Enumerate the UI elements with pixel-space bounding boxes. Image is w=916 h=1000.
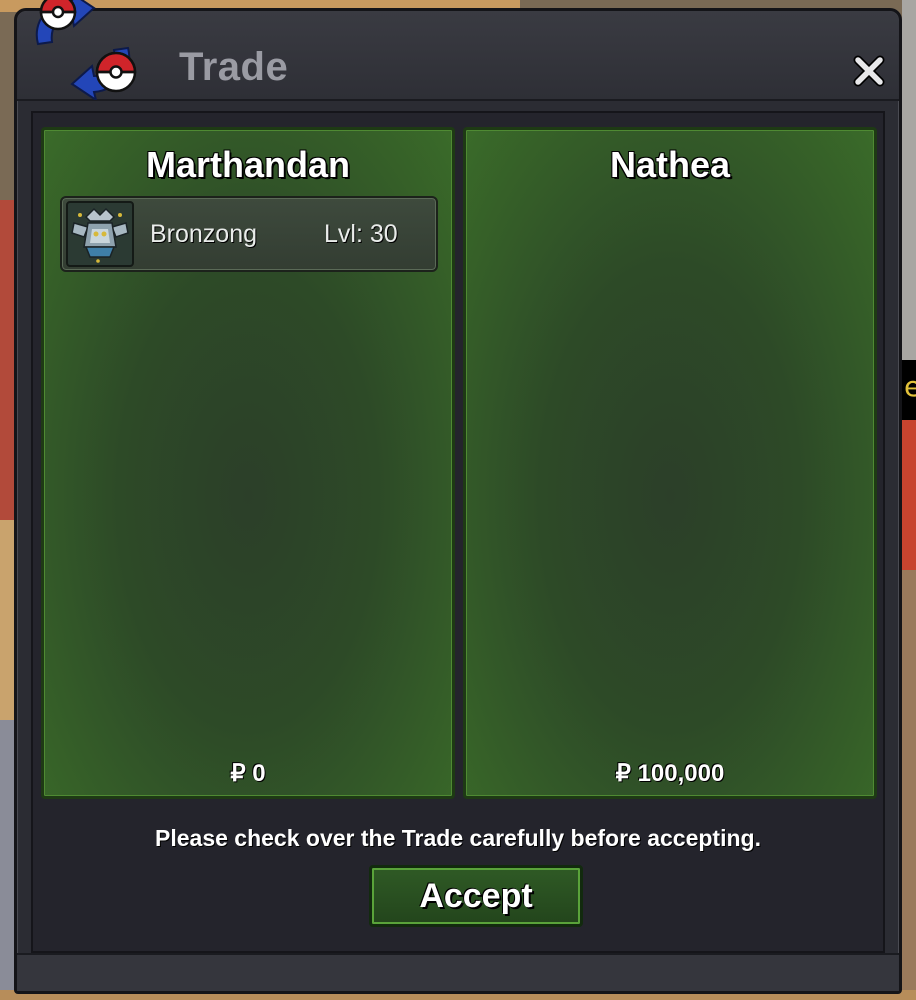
close-icon — [853, 55, 885, 87]
window-footer — [17, 953, 899, 991]
bronzong-sprite-icon — [66, 201, 134, 267]
item-level: Lvl: 30 — [324, 220, 398, 248]
accept-button[interactable]: Accept — [369, 865, 583, 927]
close-button[interactable] — [849, 51, 889, 91]
trade-exchange-icon — [35, 0, 137, 100]
trade-window: Trade Marthandan Bronzong Lvl: 30 ₽ 0 Na… — [14, 8, 902, 994]
trade-item-row[interactable]: Bronzong Lvl: 30 — [60, 196, 438, 272]
item-name: Bronzong — [150, 220, 258, 248]
trade-content: Marthandan Bronzong Lvl: 30 ₽ 0 Nathea ₽… — [31, 111, 885, 953]
left-player-name: Marthandan — [145, 144, 350, 185]
window-title: Trade — [179, 45, 289, 89]
left-money-amount: ₽ 0 — [230, 760, 266, 787]
right-money-amount: ₽ 100,000 — [615, 760, 725, 787]
title-bar[interactable]: Trade — [17, 11, 899, 101]
right-player-name: Nathea — [609, 144, 731, 185]
background-edge-text: e — [904, 370, 916, 403]
left-trade-panel: Marthandan Bronzong Lvl: 30 ₽ 0 — [41, 127, 455, 799]
trade-notice: Please check over the Trade carefully be… — [155, 825, 761, 851]
right-trade-panel: Nathea ₽ 100,000 — [463, 127, 877, 799]
